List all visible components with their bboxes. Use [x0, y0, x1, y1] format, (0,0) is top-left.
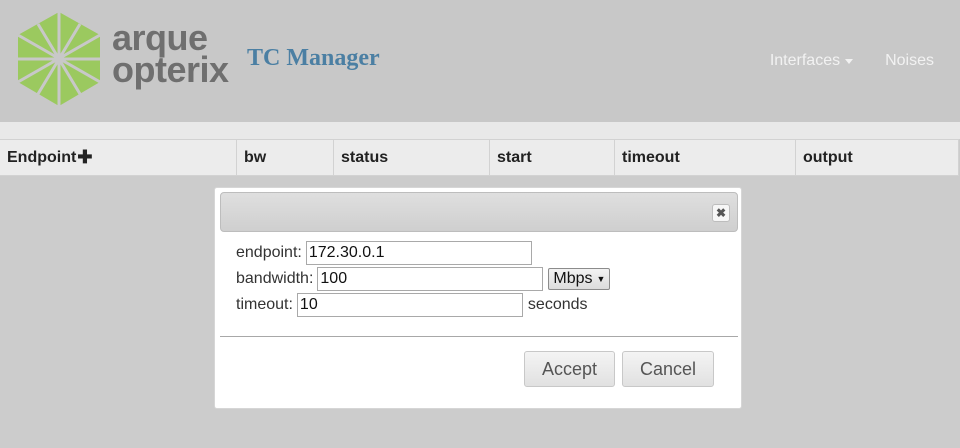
endpoint-row: endpoint:: [236, 240, 610, 266]
nav-noises[interactable]: Noises: [885, 52, 934, 70]
logo-line-2: opterix: [112, 49, 229, 90]
bandwidth-row: bandwidth: Mbps ▼: [236, 266, 611, 292]
timeout-label: timeout:: [236, 296, 293, 313]
add-endpoint-dialog: ✖ endpoint: bandwidth: Mbps ▼ timeout: s…: [214, 187, 742, 409]
col-status-label: status: [341, 148, 389, 166]
col-output-label: output: [803, 148, 853, 166]
bandwidth-unit-value: Mbps: [553, 270, 593, 287]
dialog-titlebar[interactable]: ✖: [220, 192, 738, 232]
plus-icon[interactable]: ✚: [77, 147, 92, 168]
logo-wordmark: arque opterix: [112, 20, 229, 90]
toolbar-strip: [0, 122, 960, 139]
col-bw: bw: [237, 140, 334, 175]
col-endpoint-label: Endpoint: [7, 148, 77, 166]
bandwidth-label: bandwidth:: [236, 270, 314, 287]
dialog-divider: [220, 336, 738, 337]
col-timeout-label: timeout: [622, 148, 680, 166]
table-header: Endpoint ✚ bw status start timeout outpu…: [0, 139, 959, 176]
header: arque opterix TC Manager Interfaces Nois…: [0, 0, 960, 122]
nav-interfaces[interactable]: Interfaces: [769, 52, 854, 70]
col-start: start: [490, 140, 615, 175]
caret-down-icon: [845, 58, 854, 64]
endpoint-form: endpoint: bandwidth: Mbps ▼ timeout: sec…: [236, 240, 611, 318]
dropdown-arrow-icon: ▼: [596, 274, 606, 284]
timeout-input[interactable]: [296, 293, 523, 317]
col-endpoint: Endpoint ✚: [0, 140, 237, 175]
bandwidth-input[interactable]: [317, 267, 544, 291]
nav-interfaces-label: Interfaces: [769, 52, 841, 69]
bandwidth-unit-select[interactable]: Mbps ▼: [548, 268, 611, 290]
top-nav: Interfaces Noises: [770, 52, 934, 70]
app-title: TC Manager: [247, 45, 380, 71]
endpoint-input[interactable]: [305, 241, 532, 265]
timeout-row: timeout: seconds: [236, 292, 610, 318]
cancel-button[interactable]: Cancel: [622, 351, 714, 387]
col-bw-label: bw: [244, 148, 267, 166]
col-output: output: [796, 140, 959, 175]
col-status: status: [334, 140, 490, 175]
logo-icon: [18, 12, 100, 106]
timeout-unit-label: seconds: [527, 296, 588, 313]
nav-noises-label: Noises: [885, 52, 934, 69]
accept-button[interactable]: Accept: [524, 351, 615, 387]
close-icon[interactable]: ✖: [712, 204, 730, 222]
endpoint-label: endpoint:: [236, 244, 302, 261]
col-timeout: timeout: [615, 140, 796, 175]
col-start-label: start: [497, 148, 532, 166]
